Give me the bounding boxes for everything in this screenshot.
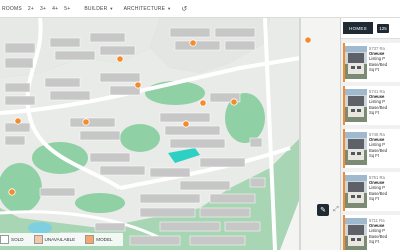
bedroom-option-3[interactable]: 3+ [40,6,46,12]
home-card-info: 5745 Ra Oneuse Listing P Base/Bed Sq Ft [369,132,399,168]
legend-label: SOLD [11,237,24,242]
home-size: Sq Ft [369,152,380,158]
legend-label: MODEL [96,237,113,242]
builder-dropdown[interactable]: BUILDER ▼ [84,6,113,12]
home-card[interactable]: 5745 Ra Oneuse Listing P Base/Bed Sq Ft [343,129,400,168]
builder-dropdown-label: BUILDER [84,5,108,12]
tab-homes[interactable]: HOMES [343,22,373,34]
home-photo [345,132,367,165]
filter-bar: ROOMS 2+ 3+ 4+ 5+ BUILDER ▼ ARCHITECTURE… [0,0,400,18]
homes-panel: HOMES 125 5737 Ra Oneuse Listing P Base/… [340,18,400,250]
home-card[interactable]: 5751 Ra Oneuse Listing P Base/Bed Sq Ft [343,172,400,211]
home-card-info: 5741 Ra Oneuse Listing P Base/Bed Sq Ft [369,89,399,125]
bedroom-option-4[interactable]: 4+ [52,6,58,12]
legend-item-model: MODEL [85,235,113,244]
panel-tabs: HOMES 125 [341,18,400,39]
map-canvas [0,18,340,250]
legend-swatch [33,235,43,244]
home-size: Sq Ft [369,66,380,72]
home-size: Sq Ft [369,238,380,244]
legend-swatch [0,235,9,244]
home-size: Sq Ft [369,195,380,201]
architecture-dropdown-label: ARCHITECTURE [123,5,166,12]
bedroom-option-5[interactable]: 5+ [64,6,70,12]
architecture-dropdown[interactable]: ARCHITECTURE ▼ [124,6,172,12]
chevron-down-icon: ▼ [109,6,114,11]
pencil-icon[interactable]: ✎ [317,204,329,216]
bedroom-option-2[interactable]: 2+ [28,6,34,12]
home-photo [345,89,367,122]
reset-icon[interactable]: ↺ [181,5,187,13]
legend-label: UNAVAILABLE [44,237,76,242]
home-photo [345,46,367,79]
legend-swatch [85,235,95,244]
homes-count-badge: 125 [377,23,389,33]
home-card[interactable]: 5711 Ra Oneuse Listing P Base/Bed Sq Ft [343,215,400,250]
home-photo [345,175,367,208]
legend-item-unavailable: UNAVAILABLE [33,235,76,244]
home-card-info: 5737 Ra Oneuse Listing P Base/Bed Sq Ft [369,46,399,82]
home-card[interactable]: 5741 Ra Oneuse Listing P Base/Bed Sq Ft [343,86,400,125]
home-card-info: 5751 Ra Oneuse Listing P Base/Bed Sq Ft [369,175,399,211]
home-card-info: 5711 Ra Oneuse Listing P Base/Bed Sq Ft [369,218,399,250]
home-photo [345,218,367,250]
legend-item-sold: SOLD [0,235,24,244]
map-legend: SOLD UNAVAILABLE MODEL [0,233,123,246]
community-map[interactable] [0,18,340,250]
bedrooms-filter-label: ROOMS [2,5,22,12]
chevron-down-icon: ▼ [167,6,172,11]
home-size: Sq Ft [369,109,380,115]
home-card[interactable]: 5737 Ra Oneuse Listing P Base/Bed Sq Ft [343,43,400,82]
